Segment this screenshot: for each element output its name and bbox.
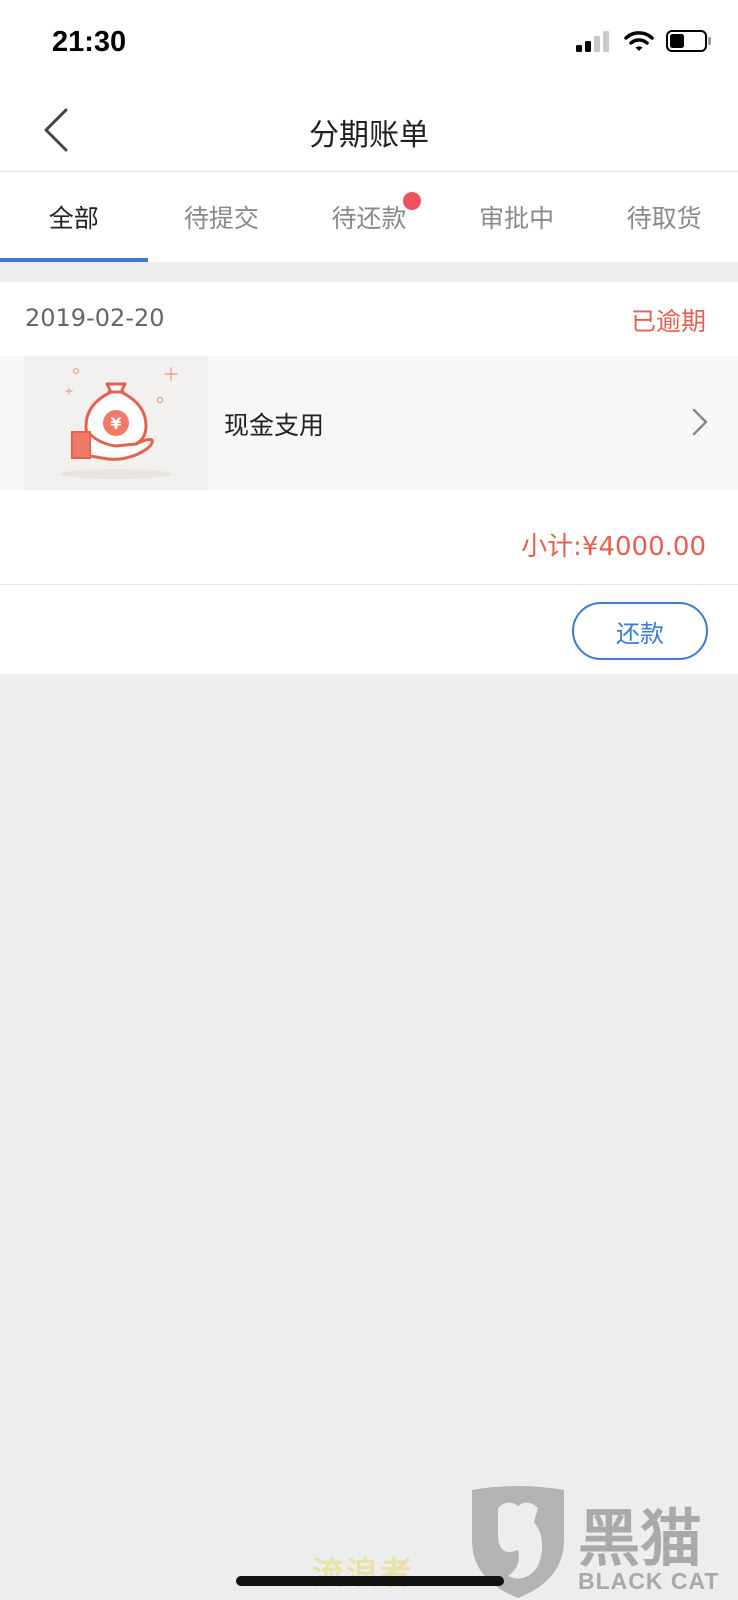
tab-pending-submit[interactable]: 待提交	[148, 172, 296, 262]
bill-date: 2019-02-20	[25, 304, 165, 332]
status-icons	[576, 30, 712, 52]
bill-card-header: 2019-02-20 已逾期	[0, 282, 738, 356]
tab-label: 待取货	[626, 204, 702, 233]
bill-card: 2019-02-20 已逾期 ¥ 现金支用 小计:¥4000.00 还款	[0, 282, 738, 674]
watermark-logo-cn: 黑猫	[578, 1502, 703, 1575]
tab-label: 全部	[48, 204, 99, 233]
tab-label: 待还款	[331, 204, 407, 233]
bill-item-row[interactable]: ¥ 现金支用	[0, 356, 738, 490]
svg-text:¥: ¥	[110, 414, 121, 433]
page-title: 分期账单	[309, 118, 429, 153]
tab-pending-pickup[interactable]: 待取货	[590, 172, 738, 262]
status-badge: 已逾期	[630, 307, 706, 336]
battery-icon	[666, 30, 711, 52]
nav-bar: 分期账单	[0, 88, 738, 172]
tab-pending-repayment[interactable]: 待还款	[295, 172, 443, 262]
tab-label: 待提交	[183, 204, 259, 233]
notification-dot	[402, 192, 421, 210]
item-name: 现金支用	[224, 411, 325, 440]
divider	[0, 584, 738, 585]
repay-button[interactable]: 还款	[572, 602, 708, 660]
status-time: 21:30	[52, 26, 127, 58]
tab-bar: 全部 待提交 待还款 审批中 待取货	[0, 172, 738, 262]
subtotal: 小计:¥4000.00	[521, 532, 706, 562]
cellular-signal-icon	[576, 31, 609, 52]
watermark-logo: 黑猫 BLACK CAT	[468, 1484, 734, 1600]
watermark-logo-en: BLACK CAT	[578, 1568, 720, 1594]
watermark-text: 流浪者	[312, 1554, 415, 1592]
tab-under-review[interactable]: 审批中	[443, 172, 591, 262]
status-bar: 21:30	[0, 0, 738, 88]
tab-all[interactable]: 全部	[0, 172, 148, 262]
tab-label: 审批中	[479, 204, 555, 233]
item-thumbnail: ¥	[24, 356, 208, 490]
money-bag-hand-icon: ¥	[60, 367, 178, 479]
home-indicator	[236, 1576, 504, 1586]
chevron-right-icon	[692, 408, 708, 436]
wifi-icon	[624, 31, 654, 51]
